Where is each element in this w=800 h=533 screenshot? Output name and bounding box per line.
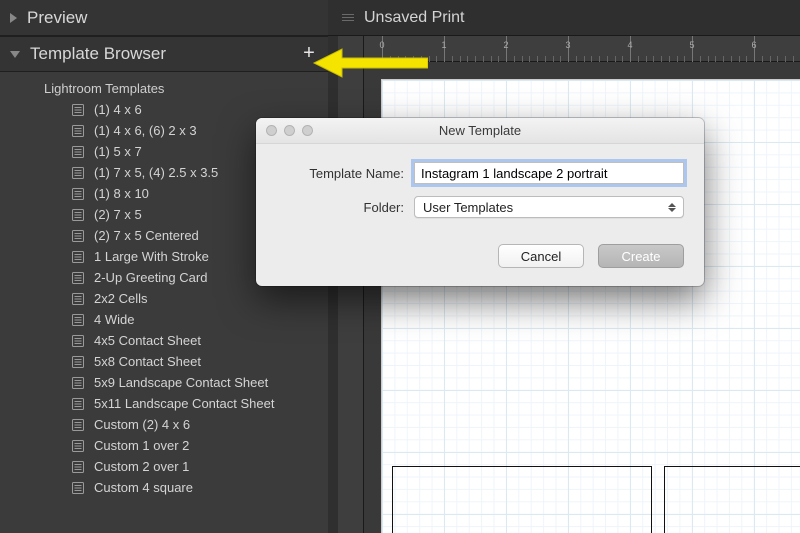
template-folder[interactable]: Lightroom Templates [0,78,328,99]
template-item-label: (1) 5 x 7 [94,144,142,159]
template-name-input[interactable] [414,162,684,184]
template-doc-icon [72,125,84,137]
template-item-label: (1) 4 x 6 [94,102,142,117]
disclosure-triangle-icon [10,13,17,23]
document-title: Unsaved Print [364,9,465,27]
template-item[interactable]: 5x11 Landscape Contact Sheet [0,393,328,414]
template-item[interactable]: Custom (2) 4 x 6 [0,414,328,435]
template-item-label: 2x2 Cells [94,291,147,306]
window-controls [266,125,313,136]
traffic-light-min-icon[interactable] [284,125,295,136]
cancel-button[interactable]: Cancel [498,244,584,268]
ruler-label: 5 [689,40,694,50]
template-doc-icon [72,440,84,452]
chevron-updown-icon [665,203,679,212]
traffic-light-close-icon[interactable] [266,125,277,136]
template-item[interactable]: 4 Wide [0,309,328,330]
ruler-corner [338,36,364,62]
template-item[interactable]: Custom 1 over 2 [0,435,328,456]
template-browser-title: Template Browser [30,44,300,64]
template-doc-icon [72,251,84,263]
traffic-light-zoom-icon[interactable] [302,125,313,136]
create-button[interactable]: Create [598,244,684,268]
template-doc-icon [72,398,84,410]
template-doc-icon [72,293,84,305]
document-tab[interactable]: Unsaved Print [328,0,800,36]
template-doc-icon [72,272,84,284]
template-item[interactable]: 4x5 Contact Sheet [0,330,328,351]
preview-title: Preview [27,8,318,28]
disclosure-triangle-icon [10,51,20,58]
template-item-label: 4 Wide [94,312,134,327]
template-item-label: (2) 7 x 5 [94,207,142,222]
template-doc-icon [72,146,84,158]
dialog-title: New Template [256,123,704,138]
template-browser-header[interactable]: Template Browser + [0,36,328,72]
template-item[interactable]: (1) 4 x 6 [0,99,328,120]
template-item[interactable]: Custom 2 over 1 [0,456,328,477]
template-item[interactable]: 5x8 Contact Sheet [0,351,328,372]
template-name-label: Template Name: [276,166,414,181]
create-button-label: Create [621,249,660,264]
folder-label: Lightroom Templates [44,81,164,96]
template-item-label: (1) 8 x 10 [94,186,149,201]
template-item-label: 5x9 Landscape Contact Sheet [94,375,268,390]
template-item-label: Custom 4 square [94,480,193,495]
template-doc-icon [72,356,84,368]
template-doc-icon [72,335,84,347]
template-item[interactable]: 5x9 Landscape Contact Sheet [0,372,328,393]
template-doc-icon [72,104,84,116]
preview-panel-header[interactable]: Preview [0,0,328,36]
cancel-button-label: Cancel [521,249,561,264]
template-item-label: (1) 7 x 5, (4) 2.5 x 3.5 [94,165,218,180]
template-item-label: Custom 1 over 2 [94,438,189,453]
template-item-label: 2-Up Greeting Card [94,270,207,285]
dialog-titlebar[interactable]: New Template [256,118,704,144]
template-item-label: Custom 2 over 1 [94,459,189,474]
layout-cell[interactable] [664,466,800,533]
layout-cell[interactable] [392,466,652,533]
ruler-label: 4 [627,40,632,50]
template-item-label: 1 Large With Stroke [94,249,209,264]
ruler-label: 1 [441,40,446,50]
ruler-label: 2 [503,40,508,50]
folder-label: Folder: [276,200,414,215]
tab-grip-icon [338,14,358,21]
template-item-label: 5x11 Landscape Contact Sheet [94,396,274,411]
template-doc-icon [72,377,84,389]
new-template-dialog: New Template Template Name: Folder: User… [256,118,704,286]
template-item[interactable]: 2x2 Cells [0,288,328,309]
template-doc-icon [72,461,84,473]
template-doc-icon [72,314,84,326]
template-doc-icon [72,230,84,242]
template-item-label: 4x5 Contact Sheet [94,333,201,348]
template-doc-icon [72,482,84,494]
folder-select-value: User Templates [423,200,513,215]
template-item-label: (2) 7 x 5 Centered [94,228,199,243]
template-item[interactable]: Custom 4 square [0,477,328,498]
ruler-label: 6 [751,40,756,50]
ruler-label: 3 [565,40,570,50]
ruler-label: 0 [379,40,384,50]
add-template-button[interactable]: + [300,45,318,63]
folder-select[interactable]: User Templates [414,196,684,218]
template-item-label: Custom (2) 4 x 6 [94,417,190,432]
template-doc-icon [72,419,84,431]
horizontal-ruler: 0 1 2 3 4 5 6 [364,36,800,62]
template-item-label: (1) 4 x 6, (6) 2 x 3 [94,123,197,138]
template-item-label: 5x8 Contact Sheet [94,354,201,369]
template-doc-icon [72,167,84,179]
template-doc-icon [72,188,84,200]
template-doc-icon [72,209,84,221]
